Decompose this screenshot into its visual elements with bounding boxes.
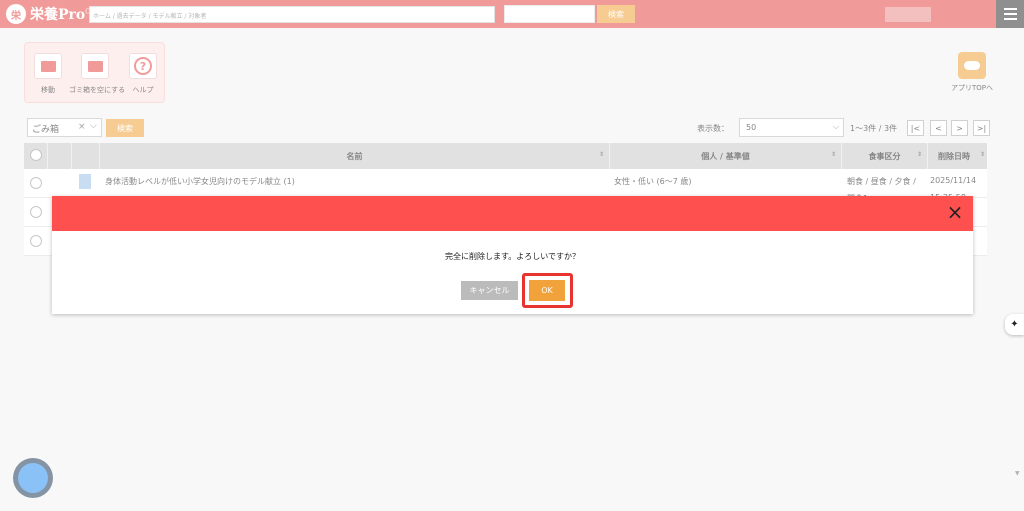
dialog-message: 完全に削除します。よろしいですか？ bbox=[445, 252, 580, 261]
cancel-button[interactable]: キャンセル bbox=[461, 281, 518, 300]
ok-button[interactable]: OK bbox=[529, 280, 565, 301]
sparkle-icon[interactable]: ✦ bbox=[1005, 314, 1024, 335]
dialog-header: × bbox=[52, 196, 973, 231]
confirm-dialog: × 完全に削除します。よろしいですか？ キャンセル OK bbox=[52, 196, 973, 314]
close-icon[interactable]: × bbox=[943, 200, 967, 224]
